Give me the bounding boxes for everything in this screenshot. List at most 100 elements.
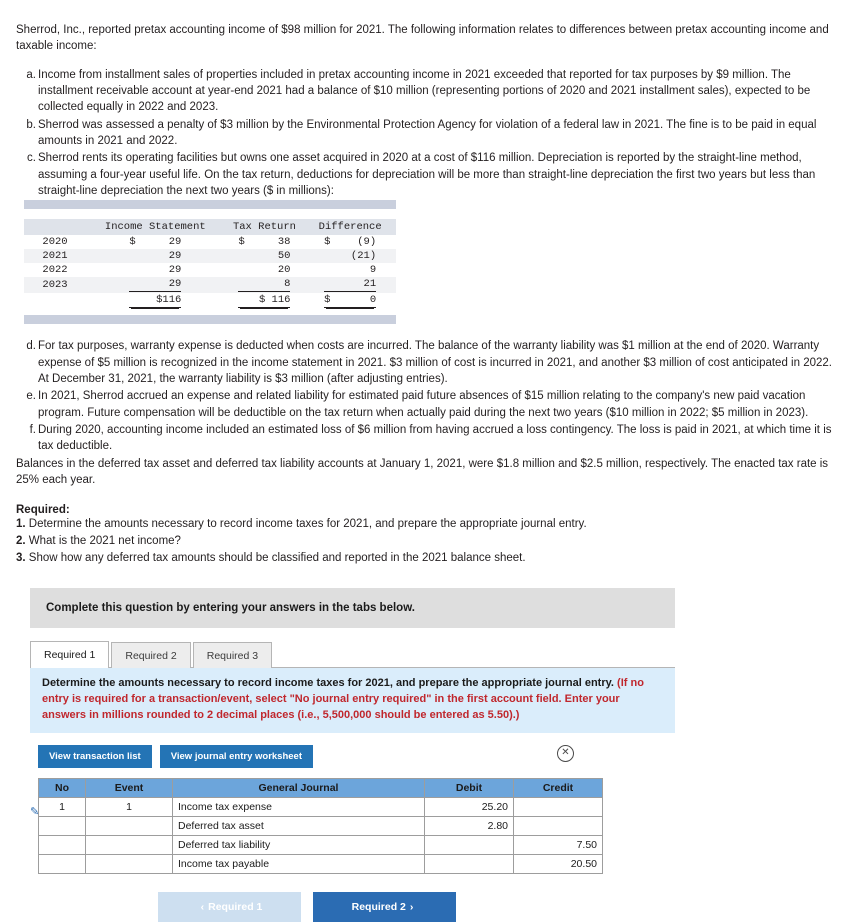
cell-account[interactable]: Deferred tax asset	[172, 816, 425, 837]
col-header-difference: Difference	[310, 219, 396, 236]
previous-requirement-label: Required 1	[208, 901, 263, 914]
cell-event	[85, 854, 173, 875]
fact-marker: c.	[27, 152, 36, 165]
journal-row[interactable]: Deferred tax asset 2.80	[38, 816, 603, 837]
cell-tax-return: 8	[224, 277, 311, 294]
fact-item-f: f. During 2020, accounting income includ…	[16, 422, 843, 455]
required-item-3: 3. Show how any deferred tax amounts sho…	[16, 550, 843, 567]
currency-symbol: $	[129, 236, 136, 249]
cell-credit[interactable]	[513, 797, 603, 818]
fact-text: In 2021, Sherrod accrued an expense and …	[38, 390, 809, 419]
currency-symbol: $	[324, 294, 331, 307]
value: (9)	[357, 236, 377, 249]
cell-debit[interactable]	[424, 854, 514, 875]
cell-income-statement: 29	[92, 277, 225, 294]
fact-text: Income from installment sales of propert…	[38, 68, 811, 114]
fact-text: Sherrod was assessed a penalty of $3 mil…	[38, 118, 817, 147]
cell-debit[interactable]: 2.80	[424, 816, 514, 837]
fact-item-c: c. Sherrod rents its operating facilitie…	[16, 150, 843, 199]
journal-table: No Event General Journal Debit Credit 1 …	[38, 778, 603, 875]
value: 0	[369, 294, 377, 307]
journal-row[interactable]: Deferred tax liability 7.50	[38, 835, 603, 856]
cell-account[interactable]: Income tax expense	[172, 797, 425, 818]
table-row: 2021 29 50 (21)	[24, 249, 396, 264]
pencil-icon[interactable]: ✎	[30, 805, 44, 821]
cell-event	[85, 835, 173, 856]
col-header-year	[24, 219, 92, 236]
fact-marker: b.	[26, 118, 36, 131]
value: (21)	[350, 250, 377, 263]
tab-required-3[interactable]: Required 3	[192, 642, 273, 669]
cell-income-statement: 29	[92, 263, 225, 277]
tab-required-2[interactable]: Required 2	[111, 642, 191, 669]
required-item-text: Show how any deferred tax amounts should…	[25, 551, 526, 564]
next-requirement-button[interactable]: Required 2 ›	[313, 892, 456, 922]
required-item-1: 1. Determine the amounts necessary to re…	[16, 516, 843, 533]
cell-year: 2023	[24, 277, 92, 294]
currency-symbol: $	[324, 236, 331, 249]
cell-debit[interactable]: 25.20	[424, 797, 514, 818]
fact-marker: d.	[26, 340, 36, 353]
currency-symbol: $	[238, 236, 245, 249]
table-row: 2020 $29 $38 $ (9)	[24, 235, 396, 249]
value: 29	[168, 250, 182, 263]
cell-credit[interactable]	[513, 816, 603, 837]
required-item-number: 1.	[16, 518, 26, 531]
facts-list-bottom: d. For tax purposes, warranty expense is…	[16, 338, 843, 454]
depreciation-table-wrap: Income Statement Tax Return Difference 2…	[24, 219, 396, 309]
previous-requirement-button[interactable]: ‹ Required 1	[158, 892, 301, 922]
fact-text: For tax purposes, warranty expense is de…	[38, 340, 832, 385]
journal-row[interactable]: Income tax payable 20.50	[38, 854, 603, 875]
cell-difference: (21)	[310, 249, 396, 264]
cell-difference: 9	[310, 263, 396, 277]
col-header-event: Event	[85, 778, 173, 799]
value: $ 116	[258, 294, 291, 307]
cell-year	[24, 293, 92, 309]
depreciation-table: Income Statement Tax Return Difference 2…	[24, 219, 396, 309]
view-journal-entry-worksheet-button[interactable]: View journal entry worksheet	[159, 745, 313, 769]
cell-total-tax-return: $ 116	[225, 293, 311, 309]
cell-difference: 21	[310, 277, 396, 294]
table-row: 2023 29 8 21	[24, 277, 396, 294]
close-icon[interactable]: ✕	[557, 745, 574, 763]
cell-debit[interactable]	[424, 835, 514, 856]
cell-credit[interactable]: 7.50	[513, 835, 603, 856]
table-row: 2022 29 20 9	[24, 263, 396, 277]
balances-paragraph: Balances in the deferred tax asset and d…	[16, 457, 829, 486]
fact-text: During 2020, accounting income included …	[38, 423, 832, 453]
fact-marker: e.	[26, 390, 36, 403]
facts-list-top: a. Income from installment sales of prop…	[16, 67, 843, 200]
fact-item-a: a. Income from installment sales of prop…	[16, 67, 843, 116]
cell-no	[38, 835, 86, 856]
tab-required-1[interactable]: Required 1	[30, 641, 110, 669]
cell-year: 2020	[42, 236, 68, 249]
journal-row[interactable]: 1 1 Income tax expense 25.20	[38, 797, 603, 818]
table-bottom-band	[24, 315, 396, 325]
table-top-band	[24, 200, 396, 210]
cell-income-statement: 29	[92, 249, 225, 264]
required-item-2: 2. What is the 2021 net income?	[16, 533, 843, 550]
cell-year: 2022	[42, 264, 68, 277]
instruction-box: Determine the amounts necessary to recor…	[30, 668, 675, 734]
col-header-general-journal: General Journal	[172, 778, 425, 799]
cell-credit[interactable]: 20.50	[513, 854, 603, 875]
value: 9	[369, 264, 377, 277]
value: 50	[277, 250, 291, 263]
value: $116	[156, 294, 182, 307]
cell-account[interactable]: Deferred tax liability	[172, 835, 425, 856]
cell-account[interactable]: Income tax payable	[172, 854, 425, 875]
required-item-number: 3.	[16, 551, 26, 564]
cell-difference: $ (9)	[310, 235, 396, 249]
value: 29	[168, 236, 182, 249]
col-header-income-statement: Income Statement	[92, 219, 225, 236]
cell-year: 2021	[24, 249, 92, 264]
required-block: Required: 1. Determine the amounts neces…	[16, 504, 843, 566]
chevron-left-icon: ‹	[200, 901, 205, 914]
cell-tax-return: $38	[225, 235, 311, 249]
view-transaction-list-button[interactable]: View transaction list	[38, 745, 152, 769]
fact-marker: f.	[29, 423, 36, 436]
cell-income-statement: $29	[92, 235, 225, 249]
fact-item-e: e. In 2021, Sherrod accrued an expense a…	[16, 388, 843, 421]
cell-total-income-statement: $116	[92, 293, 225, 309]
